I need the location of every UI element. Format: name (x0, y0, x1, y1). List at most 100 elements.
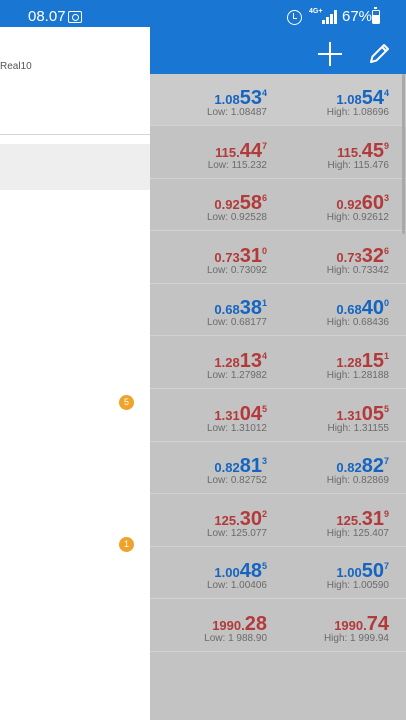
bid-price-sup: 1 (261, 298, 267, 309)
bid-price-big: 44 (239, 139, 262, 162)
bid-price-big: 81 (239, 455, 262, 478)
low-value: Low: 1 988.90 (204, 633, 267, 644)
bid-price-base: 0.82 (214, 460, 240, 476)
bid-price-sup: 5 (261, 561, 267, 572)
high-value: High: 1.28188 (326, 370, 389, 381)
bid-cell[interactable]: 1.31045 Low: 1.31012 (150, 390, 278, 442)
bid-price-sup: 2 (261, 508, 267, 519)
ask-price-sup: 3 (383, 193, 389, 204)
bid-price: 1.28134 (214, 346, 267, 373)
ask-cell[interactable]: 1990.74 High: 1 999.94 (278, 600, 406, 652)
low-value: Low: 1.00406 (206, 580, 267, 592)
ask-cell[interactable]: 1.28151 High: 1.28188 (278, 337, 406, 389)
bid-price: 1.08534 (214, 83, 267, 110)
ask-price: 115.459 (337, 136, 389, 163)
battery-percent: 67% (342, 8, 373, 25)
bid-price-base: 0.73 (214, 249, 240, 265)
bid-price: 0.92586 (214, 188, 267, 215)
status-time: 08.07 (28, 8, 66, 25)
bid-cell[interactable]: 125.302 Low: 125.077 (150, 495, 278, 547)
ask-price-big: 74 (366, 613, 389, 635)
account-label: Real10 (0, 61, 32, 72)
high-value: High: 0.82869 (326, 475, 389, 487)
quote-row[interactable]: 1.28134 Low: 1.27982 1.28151 High: 1.28188 (150, 337, 406, 389)
bid-price-sup: 7 (261, 140, 267, 151)
bid-price-base: 1.00 (214, 565, 240, 581)
network-type: 4G+ (309, 8, 323, 15)
low-value: Low: 0.92528 (206, 212, 267, 224)
bid-cell[interactable]: 0.82813 Low: 0.82752 (150, 442, 278, 494)
bid-price: 1.31045 (214, 399, 267, 426)
high-value: High: 115.476 (327, 159, 389, 171)
quote-row[interactable]: 1990.28 Low: 1 988.90 1990.74 High: 1 999.9… (150, 600, 406, 652)
ask-price-big: 40 (361, 297, 384, 320)
ask-price-base: 0.68 (336, 302, 362, 318)
quote-row[interactable]: 1.00485 Low: 1.00406 1.00507 High: 1.00590 (150, 547, 406, 600)
ask-cell[interactable]: 0.68400 High: 0.68436 (278, 284, 406, 336)
bid-cell[interactable]: 1.28134 Low: 1.27982 (150, 337, 278, 389)
quote-row[interactable]: 1.31045 Low: 1.31012 1.31055 High: 1.31155 (150, 390, 406, 442)
high-value: High: 1.31155 (327, 422, 389, 434)
high-value: High: 1.08696 (326, 107, 389, 118)
low-value: Low: 125.077 (206, 527, 267, 539)
scrollbar-thumb[interactable] (402, 74, 405, 234)
quotes-list[interactable]: 1.08534 Low: 1.08487 1.08544 High: 1.08696 1… (150, 74, 406, 720)
bid-price-sup: 3 (261, 456, 267, 467)
bid-cell[interactable]: 1990.28 Low: 1 988.90 (150, 600, 278, 652)
bid-price: 115.447 (215, 136, 267, 163)
bid-price-sup: 4 (261, 351, 267, 361)
bid-price-base: 1990. (212, 618, 245, 633)
ask-price-big: 15 (361, 350, 384, 372)
quote-row[interactable]: 0.82813 Low: 0.82752 0.82827 High: 0.82869 (150, 442, 406, 495)
bid-cell[interactable]: 1.08534 Low: 1.08487 (150, 74, 278, 126)
drawer-selected-item[interactable] (0, 144, 150, 190)
ask-price-big: 50 (361, 560, 384, 583)
ask-price-base: 1990. (334, 618, 367, 633)
ask-price: 1990.74 (334, 609, 389, 636)
quote-row[interactable]: 115.447 Low: 115.232 115.459 High: 115.476 (150, 127, 406, 179)
plus-icon[interactable] (318, 42, 342, 66)
bid-cell[interactable]: 115.447 Low: 115.232 (150, 127, 278, 179)
bid-cell[interactable]: 0.73310 Low: 0.73092 (150, 232, 278, 284)
pencil-icon[interactable] (368, 41, 392, 67)
ask-price-base: 1.31 (336, 407, 362, 423)
bid-price-base: 115. (215, 144, 240, 160)
quote-row[interactable]: 1.08534 Low: 1.08487 1.08544 High: 1.08696 (150, 74, 406, 126)
ask-price: 1.08544 (336, 83, 389, 110)
ask-price-big: 31 (361, 507, 384, 530)
ask-cell[interactable]: 0.82827 High: 0.82869 (278, 442, 406, 494)
bid-price-big: 31 (239, 244, 262, 267)
quote-row[interactable]: 0.92586 Low: 0.92528 0.92603 High: 0.92612 (150, 179, 406, 232)
notification-badge: 1 (119, 537, 134, 552)
bid-cell[interactable]: 0.68381 Low: 0.68177 (150, 284, 278, 336)
ask-price: 0.82827 (336, 451, 389, 478)
bid-price: 125.302 (214, 504, 267, 531)
alarm-icon (287, 10, 302, 25)
ask-cell[interactable]: 115.459 High: 115.476 (278, 127, 406, 179)
signal-icon (322, 10, 338, 24)
bid-price-base: 0.68 (214, 302, 240, 318)
low-value: Low: 115.232 (207, 159, 267, 171)
ask-cell[interactable]: 0.73326 High: 0.73342 (278, 232, 406, 284)
ask-price-base: 125. (336, 512, 362, 528)
ask-price: 0.68400 (336, 293, 389, 320)
ask-cell[interactable]: 125.319 High: 125.407 (278, 495, 406, 547)
ask-price-big: 54 (361, 87, 384, 109)
bid-price-base: 1.31 (214, 407, 240, 423)
bid-price: 0.82813 (214, 451, 267, 478)
bid-price-big: 30 (239, 507, 262, 530)
bid-cell[interactable]: 1.00485 Low: 1.00406 (150, 547, 278, 599)
ask-cell[interactable]: 0.92603 High: 0.92612 (278, 179, 406, 231)
ask-cell[interactable]: 1.31055 High: 1.31155 (278, 390, 406, 442)
ask-cell[interactable]: 1.00507 High: 1.00590 (278, 547, 406, 599)
high-value: High: 0.73342 (326, 264, 389, 276)
bid-price-big: 13 (239, 350, 262, 372)
bid-cell[interactable]: 0.92586 Low: 0.92528 (150, 179, 278, 231)
ask-cell[interactable]: 1.08544 High: 1.08696 (278, 74, 406, 126)
ask-price-sup: 5 (383, 403, 389, 414)
high-value: High: 1 999.94 (323, 633, 389, 644)
quote-row[interactable]: 0.68381 Low: 0.68177 0.68400 High: 0.68436 (150, 284, 406, 337)
quote-row[interactable]: 125.302 Low: 125.077 125.319 High: 125.407 (150, 495, 406, 547)
quote-row[interactable]: 0.73310 Low: 0.73092 0.73326 High: 0.73342 (150, 232, 406, 284)
high-value: High: 1.00590 (326, 580, 389, 592)
